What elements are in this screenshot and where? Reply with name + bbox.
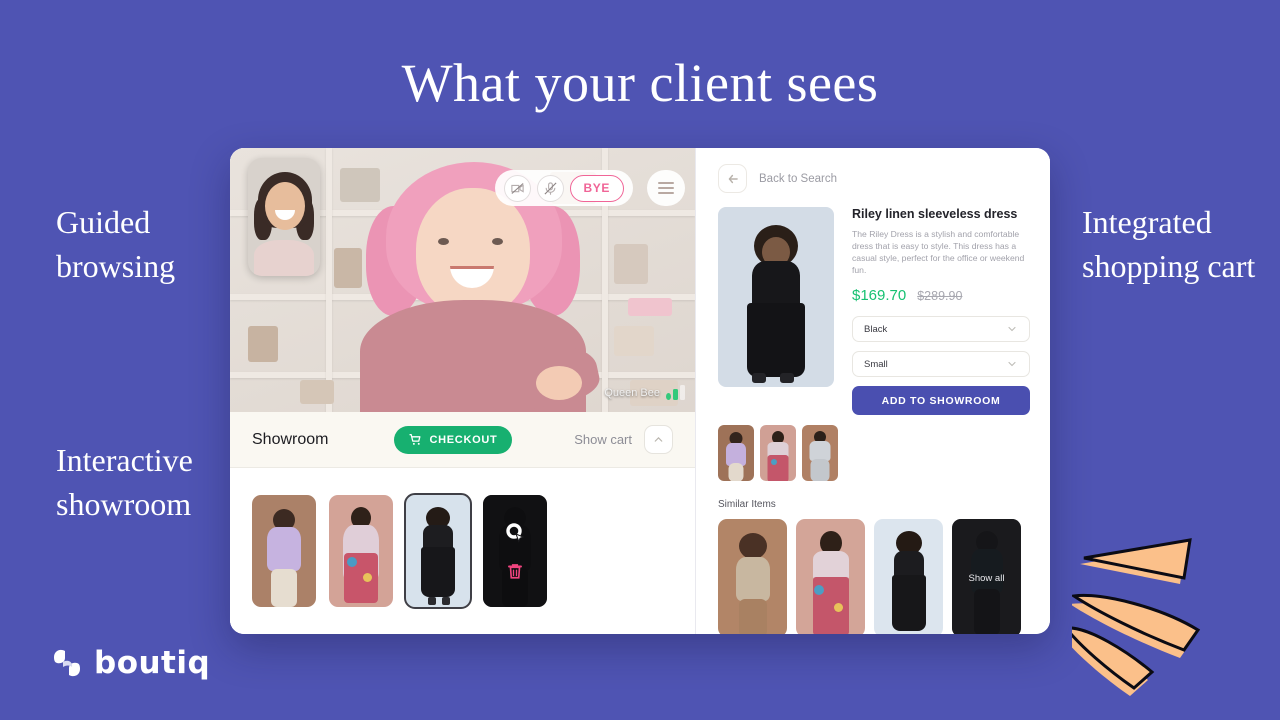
similar-items-title: Similar Items	[718, 499, 776, 510]
hamburger-menu-icon	[658, 182, 674, 184]
variant-grey-set-thumb[interactable]	[802, 425, 838, 481]
showroom-item-floral-dress[interactable]	[329, 495, 393, 607]
price-current: $169.70	[852, 287, 907, 304]
product-info: Riley linen sleeveless dress The Riley D…	[852, 207, 1030, 415]
cursor-click-icon	[506, 523, 525, 543]
page-title: What your client sees	[401, 53, 879, 113]
trash-icon[interactable]	[506, 561, 524, 581]
product-variant-thumbnails	[718, 425, 1030, 481]
boutiq-logo: boutiq	[50, 645, 210, 681]
chevron-down-icon	[1008, 326, 1016, 332]
back-to-search-row[interactable]: Back to Search	[718, 164, 1030, 193]
color-select-value: Black	[864, 323, 888, 335]
similar-show-all-thumb[interactable]: Show all	[952, 519, 1021, 634]
camera-off-button[interactable]	[503, 174, 531, 202]
caption-integrated-cart: Integrated shopping cart	[1082, 204, 1256, 284]
call-controls-bar: BYE	[494, 170, 633, 206]
price-original: $289.90	[917, 289, 963, 303]
show-cart-label: Show cart	[574, 432, 632, 447]
end-call-button[interactable]: BYE	[569, 174, 624, 202]
shopping-cart-icon	[410, 433, 421, 445]
app-window: BYE Queen Bee Showroom CHECKOUT Show car…	[230, 148, 1050, 634]
chevron-up-icon	[654, 437, 663, 442]
price-row: $169.70 $289.90	[852, 287, 1030, 304]
boutiq-swirl-icon	[54, 649, 80, 677]
showroom-item-strip	[230, 468, 695, 634]
self-view-video[interactable]	[248, 158, 320, 276]
show-cart-group: Show cart	[574, 425, 673, 454]
showroom-item-black-slip-dress[interactable]	[404, 493, 472, 609]
back-to-search-label: Back to Search	[759, 172, 837, 185]
show-all-overlay[interactable]: Show all	[952, 519, 1021, 634]
similar-black-dress-thumb[interactable]	[874, 519, 943, 634]
size-select-value: Small	[864, 358, 888, 370]
similar-floral-thumb[interactable]	[796, 519, 865, 634]
add-to-showroom-label: ADD TO SHOWROOM	[881, 394, 1001, 407]
mic-off-icon	[543, 181, 557, 195]
similar-items-row: Show all	[718, 519, 1030, 634]
showroom-toolbar: Showroom CHECKOUT Show cart	[230, 412, 695, 468]
show-all-label: Show all	[968, 572, 1005, 584]
remove-item-overlay[interactable]	[483, 495, 547, 607]
add-to-showroom-button[interactable]: ADD TO SHOWROOM	[852, 386, 1030, 415]
video-call-stage[interactable]: BYE Queen Bee	[230, 148, 695, 412]
video-and-showroom-pane: BYE Queen Bee Showroom CHECKOUT Show car…	[230, 148, 696, 634]
participant-name: Queen Bee	[604, 386, 660, 399]
back-button[interactable]	[718, 164, 747, 193]
show-cart-toggle[interactable]	[644, 425, 673, 454]
signal-strength-icon	[666, 385, 685, 400]
arrow-left-icon	[728, 174, 738, 183]
showroom-item-lavender-sweater[interactable]	[252, 495, 316, 607]
similar-curly-hair-thumb[interactable]	[718, 519, 787, 634]
camera-off-icon	[510, 182, 524, 194]
mic-off-button[interactable]	[536, 174, 564, 202]
variant-floral-thumb[interactable]	[760, 425, 796, 481]
checkout-label: CHECKOUT	[429, 433, 498, 446]
product-hero-image[interactable]	[718, 207, 834, 387]
size-select[interactable]: Small	[852, 351, 1030, 377]
logo-text: boutiq	[94, 645, 211, 681]
bye-label: BYE	[583, 181, 610, 195]
color-select[interactable]: Black	[852, 316, 1030, 342]
caption-guided-browsing: Guided browsing	[56, 204, 176, 284]
product-title: Riley linen sleeveless dress	[852, 207, 1018, 221]
product-detail-pane: Back to Search Riley linen sleeveless dr…	[696, 148, 1050, 634]
showroom-item-remove[interactable]	[483, 495, 547, 607]
participant-name-chip: Queen Bee	[598, 383, 691, 402]
product-main-row: Riley linen sleeveless dress The Riley D…	[718, 207, 1030, 415]
variant-lavender-thumb[interactable]	[718, 425, 754, 481]
checkout-button[interactable]: CHECKOUT	[394, 425, 513, 454]
decorative-arrows	[1072, 538, 1201, 696]
product-description: The Riley Dress is a stylish and comfort…	[852, 229, 1025, 275]
menu-button[interactable]	[647, 170, 685, 206]
chevron-down-icon	[1008, 361, 1016, 367]
showroom-title: Showroom	[252, 430, 329, 448]
